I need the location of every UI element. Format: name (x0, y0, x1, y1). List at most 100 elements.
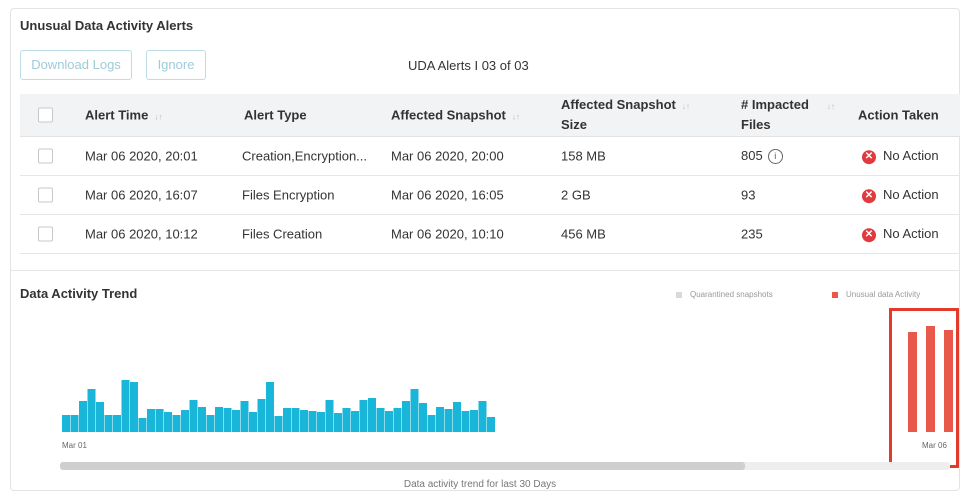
cell-alert-type: Creation,Encryption... (242, 148, 368, 164)
trend-bar[interactable] (325, 400, 334, 432)
trend-bar[interactable] (385, 411, 393, 432)
select-all-checkbox[interactable] (38, 107, 53, 123)
sort-icon[interactable]: ↓↑ (827, 102, 835, 111)
info-icon[interactable]: i (767, 149, 783, 165)
trend-bar[interactable] (351, 411, 359, 432)
trend-bar[interactable] (266, 382, 274, 432)
trend-bar[interactable] (138, 418, 147, 432)
scrollbar-thumb[interactable] (60, 462, 746, 470)
trend-bar[interactable] (300, 410, 308, 432)
trend-bar[interactable] (419, 403, 427, 432)
cell-impacted-files: 805 i (741, 148, 783, 165)
alerts-table: Alert Time ↓↑ Alert Type Affected Snapsho… (20, 94, 960, 254)
trend-bar[interactable] (113, 415, 121, 432)
trend-bar[interactable] (368, 398, 376, 432)
row-checkbox[interactable] (38, 148, 53, 164)
table-row[interactable]: Mar 06 2020, 10:12 Files Creation Mar 06… (20, 215, 960, 254)
cell-affected-snapshot: Mar 06 2020, 10:10 (391, 226, 504, 242)
trend-bar[interactable] (121, 380, 130, 432)
cell-action-taken: ✕ No Action (862, 226, 939, 242)
trend-bar[interactable] (427, 415, 436, 432)
bars-group (62, 326, 953, 432)
cell-affected-snapshot: Mar 06 2020, 20:00 (391, 148, 504, 164)
sort-icon[interactable]: ↓↑ (512, 113, 520, 122)
trend-bar[interactable] (410, 389, 419, 432)
unusual-activity-highlight (889, 308, 959, 468)
cell-action-taken: ✕ No Action (862, 187, 939, 203)
header-action-taken: Action Taken (858, 107, 939, 123)
trend-bar[interactable] (470, 410, 478, 432)
cell-snapshot-size: 158 MB (561, 148, 606, 164)
cell-impacted-files: 235 (741, 226, 763, 242)
trend-bar[interactable] (274, 416, 283, 432)
trend-bar[interactable] (342, 408, 351, 432)
table-row[interactable]: Mar 06 2020, 16:07 Files Encryption Mar … (20, 176, 960, 215)
header-impacted-files[interactable]: # Impacted ↓↑ Files (741, 96, 835, 134)
error-icon: ✕ (862, 227, 876, 242)
header-snapshot-size[interactable]: Affected Snapshot ↓↑ Size (561, 96, 690, 134)
error-icon: ✕ (862, 149, 876, 164)
trend-bar[interactable] (181, 410, 189, 432)
trend-bar[interactable] (359, 400, 368, 432)
trend-bar[interactable] (487, 417, 495, 432)
chart-scrollbar[interactable] (60, 462, 950, 470)
row-checkbox[interactable] (38, 187, 53, 203)
trend-caption: Data activity trend for last 30 Days (403, 479, 557, 490)
ignore-button[interactable]: Ignore (146, 50, 206, 80)
trend-bar[interactable] (240, 401, 249, 432)
cell-alert-type: Files Encryption (242, 187, 335, 203)
trend-bar[interactable] (478, 401, 487, 432)
trend-bar[interactable] (79, 401, 87, 432)
cell-impacted-files: 93 (741, 187, 756, 203)
row-checkbox[interactable] (38, 226, 53, 242)
trend-bar[interactable] (155, 409, 164, 432)
header-affected-snapshot[interactable]: Affected Snapshot ↓↑ (391, 108, 520, 123)
trend-bar[interactable] (164, 412, 172, 432)
trend-bar[interactable] (130, 382, 138, 432)
trend-bar[interactable] (402, 401, 410, 432)
legend-unusual[interactable]: Unusual data Activity (832, 290, 920, 299)
trend-bar[interactable] (317, 412, 325, 432)
trend-bar[interactable] (232, 410, 240, 432)
trend-bar[interactable] (206, 415, 215, 432)
header-alert-time[interactable]: Alert Time ↓↑ (85, 108, 162, 123)
x-start-label: Mar 01 (62, 441, 87, 450)
sort-icon[interactable]: ↓↑ (154, 113, 162, 122)
header-alert-type: Alert Type (244, 107, 307, 123)
error-icon: ✕ (862, 188, 876, 203)
legend-swatch-unusual (832, 291, 838, 298)
cell-alert-time: Mar 06 2020, 16:07 (85, 187, 198, 203)
trend-bar[interactable] (444, 409, 453, 432)
cell-alert-time: Mar 06 2020, 20:01 (85, 148, 198, 164)
trend-bar[interactable] (104, 415, 113, 432)
cell-affected-snapshot: Mar 06 2020, 16:05 (391, 187, 504, 203)
trend-bar[interactable] (291, 408, 300, 432)
trend-bar[interactable] (334, 413, 342, 432)
trend-bar[interactable] (172, 415, 181, 432)
cell-snapshot-size: 2 GB (561, 187, 591, 203)
trend-bar[interactable] (96, 402, 104, 432)
trend-bar[interactable] (62, 415, 70, 432)
trend-bar[interactable] (436, 407, 444, 432)
table-row[interactable]: Mar 06 2020, 20:01 Creation,Encryption..… (20, 137, 960, 176)
trend-bar[interactable] (223, 408, 232, 432)
trend-bar[interactable] (461, 411, 470, 432)
trend-bar[interactable] (189, 400, 198, 432)
trend-bar[interactable] (283, 408, 291, 432)
trend-bar[interactable] (198, 407, 206, 432)
trend-bar[interactable] (215, 407, 223, 432)
cell-alert-time: Mar 06 2020, 10:12 (85, 226, 198, 242)
trend-bar[interactable] (308, 411, 317, 432)
trend-bar[interactable] (249, 412, 257, 432)
download-logs-button[interactable]: Download Logs (20, 50, 132, 80)
trend-bar[interactable] (393, 408, 402, 432)
trend-bar[interactable] (87, 389, 96, 432)
legend-quarantined[interactable]: Quarantined snapshots (676, 290, 773, 299)
activity-trend-chart: Mar 01 Mar 06 (62, 326, 953, 450)
trend-bar[interactable] (453, 402, 461, 432)
trend-bar[interactable] (147, 409, 155, 432)
trend-bar[interactable] (70, 415, 79, 432)
sort-icon[interactable]: ↓↑ (682, 102, 690, 111)
trend-bar[interactable] (257, 399, 266, 432)
trend-bar[interactable] (376, 408, 385, 432)
